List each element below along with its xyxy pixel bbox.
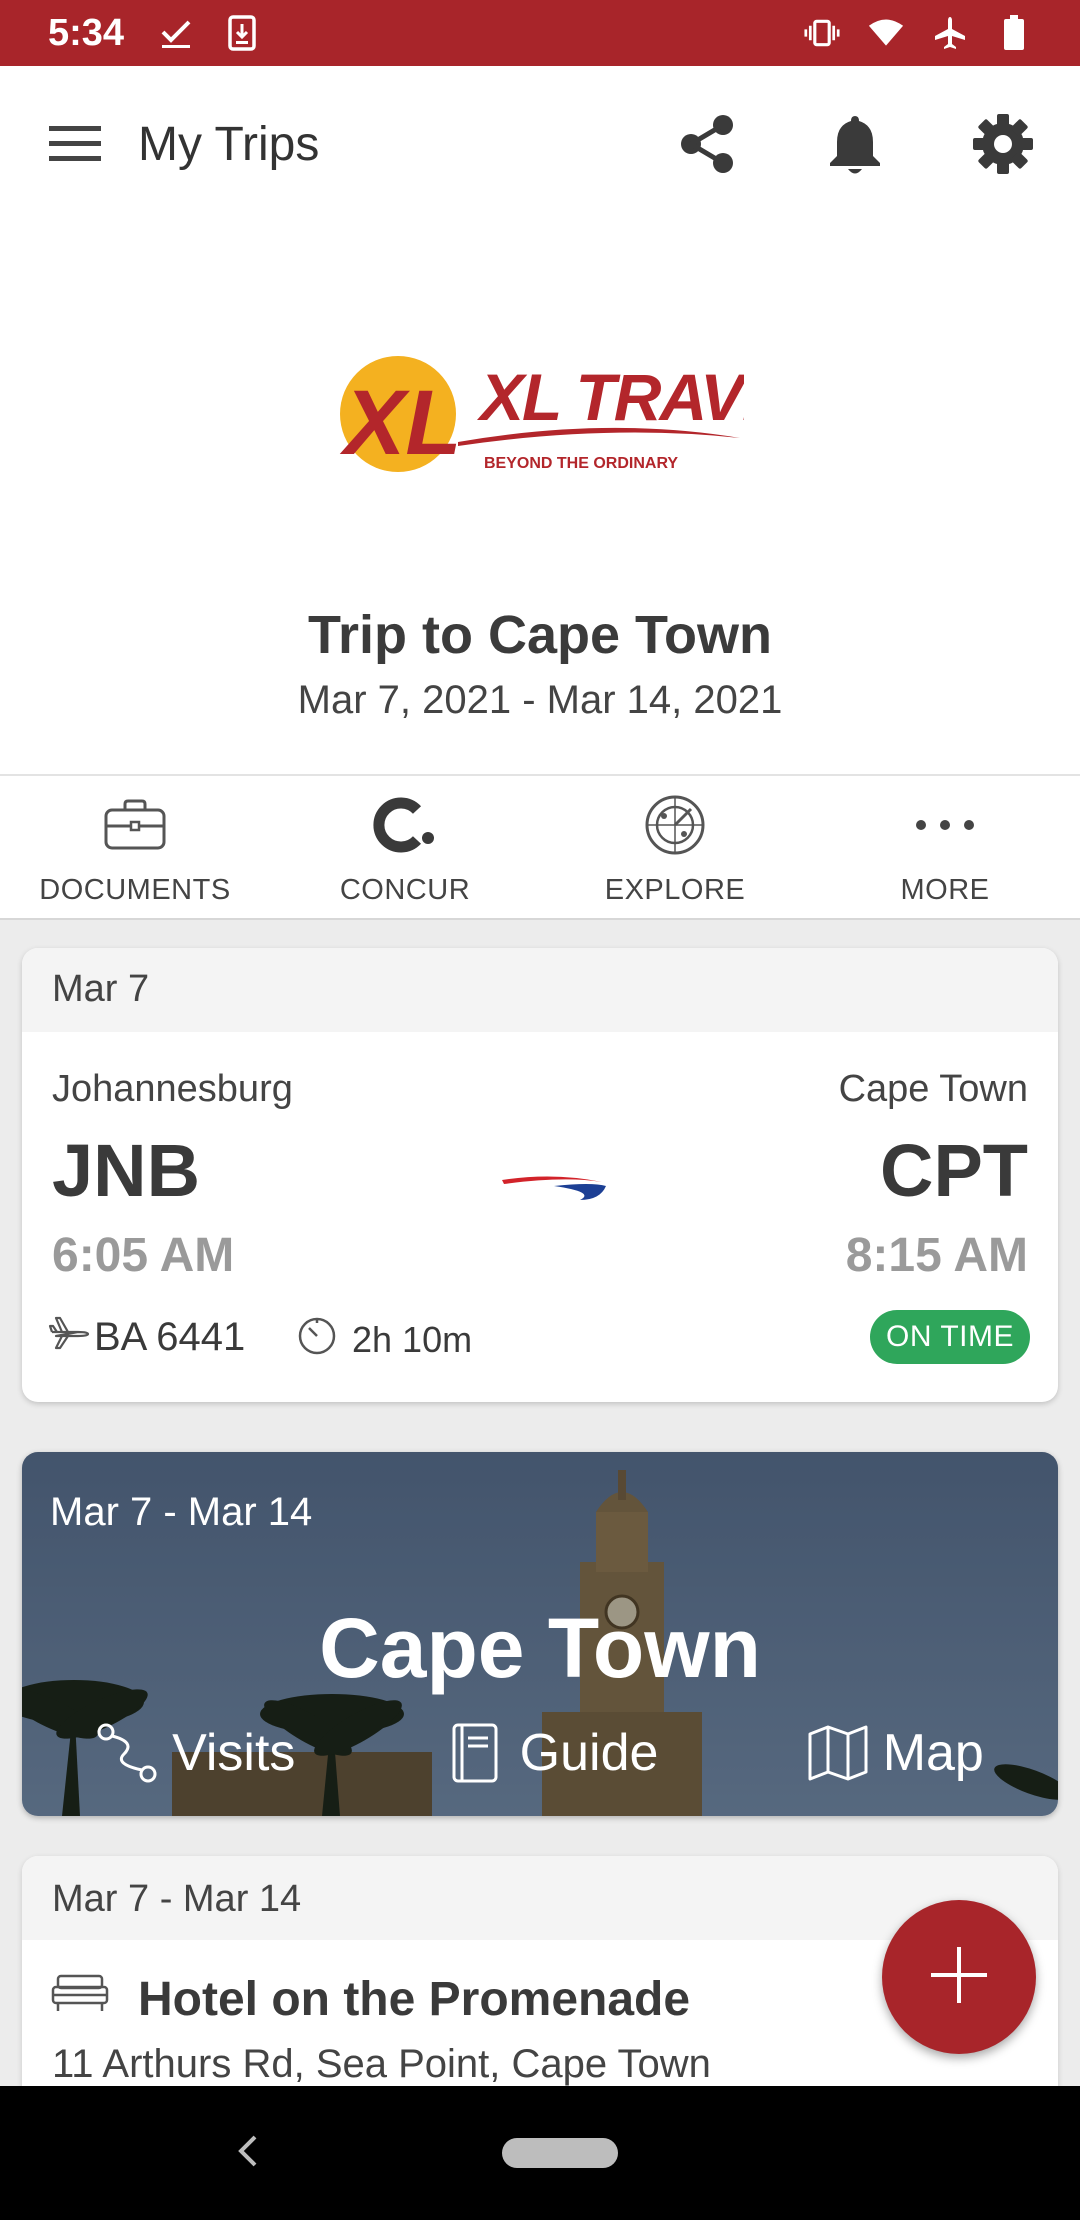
hotel-name: Hotel on the Promenade xyxy=(138,1973,691,2026)
plus-icon xyxy=(927,1943,991,2012)
map-icon xyxy=(807,1722,869,1784)
system-nav-bar xyxy=(0,2086,1080,2220)
visits-link[interactable]: Visits xyxy=(96,1722,295,1784)
action-label: MORE xyxy=(900,874,990,906)
destination-name: Cape Town xyxy=(319,1601,761,1695)
documents-action[interactable]: DOCUMENTS xyxy=(0,776,270,918)
add-button[interactable] xyxy=(882,1900,1036,2054)
visits-label: Visits xyxy=(172,1724,296,1782)
svg-text:XL: XL xyxy=(339,372,462,474)
origin-code: JNB xyxy=(52,1129,201,1212)
map-label: Map xyxy=(882,1724,984,1782)
concur-icon xyxy=(370,790,440,860)
more-action[interactable]: MORE xyxy=(810,776,1080,918)
airline-logo xyxy=(484,1152,614,1216)
airplane-mode-icon xyxy=(932,15,968,51)
flight-card[interactable]: Mar 7 Johannesburg Cape Town JNB CPT 6:0… xyxy=(22,948,1058,1402)
book-icon xyxy=(444,1722,506,1784)
status-time: 5:34 xyxy=(48,11,125,54)
action-label: DOCUMENTS xyxy=(39,874,231,906)
hotel-address: 11 Arthurs Rd, Sea Point, Cape Town xyxy=(52,2042,711,2086)
map-link[interactable]: Map xyxy=(807,1722,984,1784)
quick-actions: DOCUMENTS CONCUR EXPLORE MORE xyxy=(0,774,1080,920)
trip-dates: Mar 7, 2021 - Mar 14, 2021 xyxy=(297,678,783,722)
destination-dates: Mar 7 - Mar 14 xyxy=(50,1490,313,1534)
route-icon xyxy=(96,1722,158,1784)
check-icon xyxy=(158,15,194,51)
plane-icon xyxy=(48,1312,90,1362)
trip-header: XL XL TRAVEL BEYOND THE ORDINARY Trip to… xyxy=(0,222,1080,774)
explore-action[interactable]: EXPLORE xyxy=(540,776,810,918)
svg-text:XL TRAVEL: XL TRAVEL xyxy=(476,360,744,434)
concur-action[interactable]: CONCUR xyxy=(270,776,540,918)
destination-code: CPT xyxy=(880,1129,1028,1212)
hotel-name-row: Hotel on the Promenade xyxy=(50,1972,690,2027)
download-icon xyxy=(224,15,260,51)
vibrate-icon xyxy=(804,15,840,51)
guide-link[interactable]: Guide xyxy=(444,1722,659,1784)
departure-time: 6:05 AM xyxy=(52,1229,235,1282)
back-icon[interactable] xyxy=(222,2126,272,2176)
destination-card[interactable]: Mar 7 - Mar 14 Cape Town Visits Guide Ma… xyxy=(22,1452,1058,1816)
radar-icon xyxy=(640,790,710,860)
menu-icon[interactable] xyxy=(38,107,112,181)
briefcase-icon xyxy=(100,790,170,860)
guide-label: Guide xyxy=(519,1724,659,1782)
more-icon xyxy=(910,790,980,860)
action-label: EXPLORE xyxy=(604,874,746,906)
flight-duration: 2h 10m xyxy=(296,1314,472,1365)
agency-logo: XL XL TRAVEL BEYOND THE ORDINARY xyxy=(338,342,825,482)
destination-city: Cape Town xyxy=(838,1068,1028,1110)
flight-date: Mar 7 xyxy=(22,948,1058,1032)
page-title: My Trips xyxy=(138,117,320,171)
arrival-time: 8:15 AM xyxy=(845,1229,1028,1282)
action-label: CONCUR xyxy=(339,874,471,906)
flight-number: BA 6441 xyxy=(48,1312,245,1362)
status-badge: ON TIME xyxy=(870,1310,1030,1364)
bed-icon xyxy=(50,1972,110,2027)
trip-title: Trip to Cape Town xyxy=(308,605,772,665)
bell-icon[interactable] xyxy=(820,109,890,179)
duration-text: 2h 10m xyxy=(352,1318,473,1360)
wifi-icon xyxy=(868,15,904,51)
timer-icon xyxy=(296,1314,338,1365)
svg-text:BEYOND THE ORDINARY: BEYOND THE ORDINARY xyxy=(484,455,678,472)
status-bar: 5:34 xyxy=(0,0,1080,66)
gear-icon[interactable] xyxy=(968,109,1038,179)
flight-number-text: BA 6441 xyxy=(94,1314,246,1359)
origin-city: Johannesburg xyxy=(52,1068,293,1110)
home-pill[interactable] xyxy=(502,2138,618,2168)
battery-icon xyxy=(996,15,1032,51)
share-icon[interactable] xyxy=(672,109,742,179)
app-bar: My Trips xyxy=(0,66,1080,222)
